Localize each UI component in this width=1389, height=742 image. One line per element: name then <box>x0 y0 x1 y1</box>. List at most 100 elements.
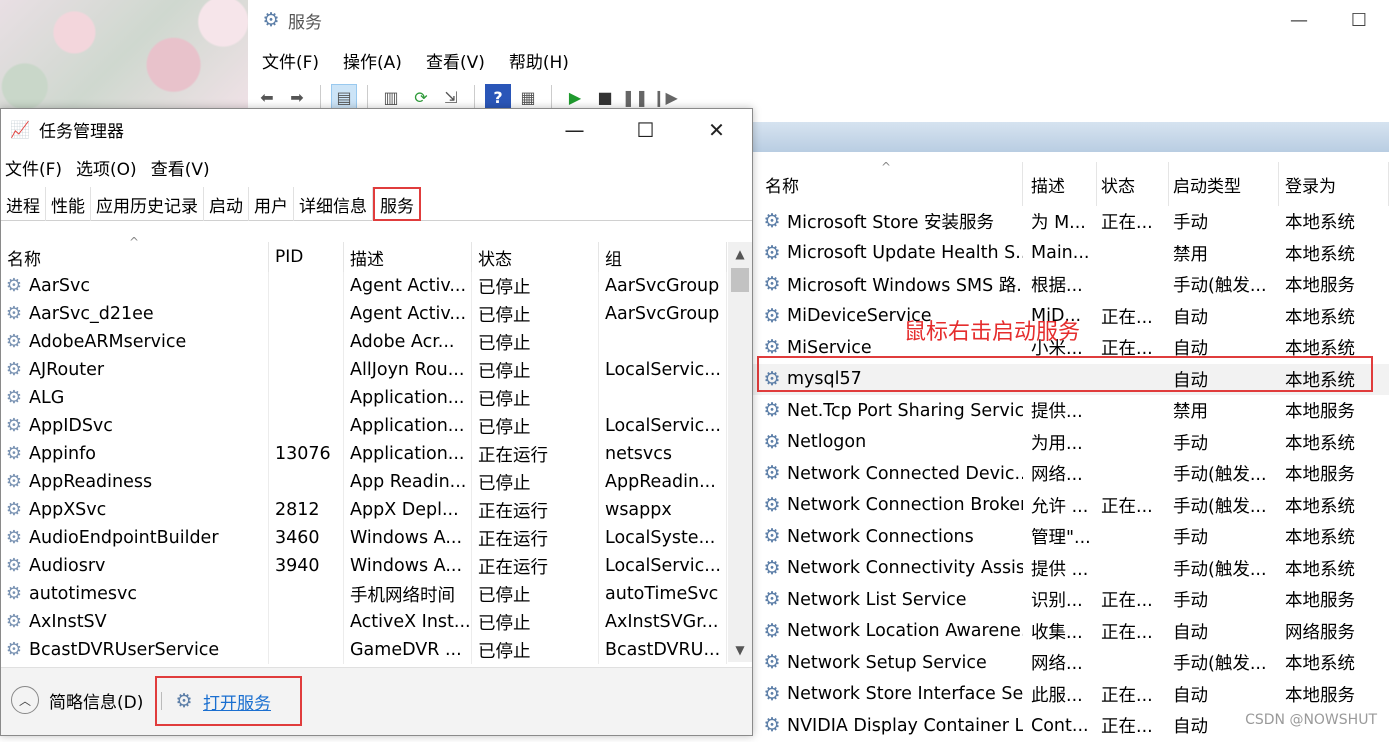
service-row[interactable]: ⚙ Netlogon 为用... 手动 本地系统 <box>753 427 1389 459</box>
col-header-startup-type[interactable]: 启动类型 <box>1169 162 1279 206</box>
open-services-button[interactable]: ⚙ 打开服务 <box>155 676 302 726</box>
scroll-down-icon[interactable]: ▼ <box>728 638 752 662</box>
tm-service-name: ⚙ AarSvc_d21ee <box>1 300 269 328</box>
service-row[interactable]: ⚙ Microsoft Windows SMS 路... 根据... 手动(触发...… <box>753 269 1389 301</box>
tm-service-status: 已停止 <box>472 580 599 608</box>
tm-service-row[interactable]: ⚙ Appinfo 13076 Application... 正在运行 netsvcs <box>1 440 727 468</box>
open-services-link[interactable]: 打开服务 <box>203 689 271 714</box>
gear-icon: ⚙ <box>763 525 781 548</box>
service-row[interactable]: ⚙ Network Store Interface Se... 此服... 正在...… <box>753 679 1389 711</box>
tm-service-row[interactable]: ⚙ AxInstSV ActiveX Inst... 已停止 AxInstSVGr... <box>1 608 727 636</box>
desktop-wallpaper <box>0 0 248 108</box>
tm-service-row[interactable]: ⚙ ALG Application... 已停止 <box>1 384 727 412</box>
tm-service-row[interactable]: ⚙ AJRouter AllJoyn Rou... 已停止 LocalServic... <box>1 356 727 384</box>
tab-details[interactable]: 详细信息 <box>294 187 373 221</box>
service-name: ⚙ Network Setup Service <box>753 652 1023 674</box>
tm-service-desc: Agent Activ... <box>344 272 472 300</box>
menu-help[interactable]: 帮助(H) <box>509 48 569 73</box>
scroll-thumb[interactable] <box>731 268 749 292</box>
tab-startup[interactable]: 启动 <box>204 187 249 221</box>
tm-col-pid[interactable]: PID <box>269 242 344 272</box>
tm-service-name-text: AppReadiness <box>29 472 153 492</box>
minimize-icon[interactable]: — <box>539 109 610 151</box>
service-row[interactable]: ⚙ Network Setup Service 网络... 手动(触发... 本地系统 <box>753 647 1389 679</box>
start-service-icon[interactable]: ▶ <box>562 84 588 110</box>
service-row[interactable]: ⚙ Microsoft Store 安装服务 为 M... 正在... 手动 本地系统 <box>753 206 1389 238</box>
tm-menu-view[interactable]: 查看(V) <box>151 155 210 180</box>
service-row[interactable]: ⚙ Network Connections 管理"... 手动 本地系统 <box>753 521 1389 553</box>
sort-ascending-icon: ^ <box>881 160 892 174</box>
tm-service-row[interactable]: ⚙ Audiosrv 3940 Windows A... 正在运行 LocalServic… <box>1 552 727 580</box>
back-arrow-icon[interactable]: ⬅ <box>254 84 280 110</box>
gear-icon: ⚙ <box>763 305 781 327</box>
maximize-icon[interactable]: ☐ <box>610 109 681 151</box>
export-list-icon[interactable]: ⇲ <box>438 84 464 110</box>
tm-service-row[interactable]: ⚙ autotimesvc 手机网络时间 已停止 autoTimeSvc <box>1 580 727 608</box>
service-desc: 为用... <box>1031 433 1083 454</box>
tab-processes[interactable]: 进程 <box>1 187 46 221</box>
annotation-text: 鼠标右击启动服务 <box>904 320 1081 345</box>
refresh-icon[interactable]: ⟳ <box>408 84 434 110</box>
minimize-icon[interactable]: — <box>1269 0 1329 40</box>
close-icon[interactable]: ✕ <box>681 109 752 151</box>
col-header-desc[interactable]: 描述 <box>1023 162 1097 206</box>
tm-service-row[interactable]: ⚙ AppReadiness App Readin... 已停止 AppReadin..… <box>1 468 727 496</box>
tm-col-desc[interactable]: 描述 <box>344 242 472 272</box>
tm-service-desc: Agent Activ... <box>344 300 472 328</box>
service-row[interactable]: ⚙ Network List Service 识别... 正在... 手动 本地服务 <box>753 584 1389 616</box>
tm-service-pid <box>269 468 344 496</box>
show-pane-icon[interactable]: ▦ <box>515 84 541 110</box>
tm-service-name: ⚙ AJRouter <box>1 356 269 384</box>
service-name: ⚙ NVIDIA Display Container LS <box>753 715 1023 737</box>
properties-icon[interactable]: ▥ <box>378 84 404 110</box>
help-icon[interactable]: ? <box>485 84 511 110</box>
stop-service-icon[interactable]: ■ <box>592 84 618 110</box>
services-list: ^ 名称 描述 状态 启动类型 登录为 ⚙ Microsoft Store 安装服… <box>753 160 1389 742</box>
fewer-details-button[interactable]: ︿ 简略信息(D) <box>11 686 143 714</box>
menu-action[interactable]: 操作(A) <box>343 48 402 73</box>
tm-service-row[interactable]: ⚙ AarSvc Agent Activ... 已停止 AarSvcGroup <box>1 272 727 300</box>
restart-service-icon[interactable]: ❙▶ <box>652 84 678 110</box>
tm-service-row[interactable]: ⚙ AdobeARMservice Adobe Acr... 已停止 <box>1 328 727 356</box>
gear-icon: ⚙ <box>763 399 781 422</box>
menu-file[interactable]: 文件(F) <box>262 48 319 73</box>
gear-icon: ⚙ <box>763 494 781 516</box>
service-status: 正在... <box>1101 307 1153 328</box>
console-tree-icon[interactable]: ▤ <box>331 84 357 110</box>
service-name: ⚙ Netlogon <box>753 431 1023 453</box>
tm-col-name[interactable]: 名称 <box>1 242 269 272</box>
tm-col-group[interactable]: 组 <box>599 242 727 272</box>
tm-service-row[interactable]: ⚙ BcastDVRUserService GameDVR ... 已停止 BcastD… <box>1 636 727 664</box>
maximize-icon[interactable]: ☐ <box>1329 0 1389 40</box>
tm-menu-options[interactable]: 选项(O) <box>76 155 137 180</box>
service-row[interactable]: ⚙ Microsoft Update Health S... Main... 禁用 本地… <box>753 238 1389 270</box>
tab-app-history[interactable]: 应用历史记录 <box>91 187 204 221</box>
service-row[interactable]: ⚙ Network Connectivity Assis... 提供 ... 手动(触… <box>753 553 1389 585</box>
col-header-status[interactable]: 状态 <box>1097 162 1169 206</box>
pause-service-icon[interactable]: ❚❚ <box>622 84 649 110</box>
tm-service-row[interactable]: ⚙ AppXSvc 2812 AppX Depl... 正在运行 wsappx <box>1 496 727 524</box>
tm-menu-file[interactable]: 文件(F) <box>5 155 62 180</box>
tm-service-row[interactable]: ⚙ AudioEndpointBuilder 3460 Windows A... 正在运… <box>1 524 727 552</box>
service-row[interactable]: ⚙ Network Connection Broker 允许 ... 正在... 手动(… <box>753 490 1389 522</box>
service-row[interactable]: ⚙ Network Location Awarene... 收集... 正在... 自动… <box>753 616 1389 648</box>
service-row[interactable]: ⚙ mysql57 自动 本地系统 <box>753 363 1389 395</box>
gear-icon: ⚙ <box>763 714 781 737</box>
tm-service-row[interactable]: ⚙ AppIDSvc Application... 已停止 LocalServic... <box>1 412 727 440</box>
scroll-up-icon[interactable]: ▲ <box>728 242 752 266</box>
tab-services[interactable]: 服务 <box>373 187 421 221</box>
tm-service-row[interactable]: ⚙ AarSvc_d21ee Agent Activ... 已停止 AarSvcGrou… <box>1 300 727 328</box>
gear-icon: ⚙ <box>763 368 781 390</box>
tm-service-desc: Application... <box>344 384 472 412</box>
tab-users[interactable]: 用户 <box>249 187 294 221</box>
col-header-logon[interactable]: 登录为 <box>1279 162 1389 206</box>
tm-scrollbar[interactable]: ▲ ▼ <box>728 242 752 662</box>
menu-view[interactable]: 查看(V) <box>426 48 485 73</box>
forward-arrow-icon[interactable]: ➡ <box>284 84 310 110</box>
gear-icon: ⚙ <box>5 275 23 296</box>
tm-service-status: 已停止 <box>472 468 599 496</box>
tab-performance[interactable]: 性能 <box>46 187 91 221</box>
service-row[interactable]: ⚙ Network Connected Devic... 网络... 手动(触发...… <box>753 458 1389 490</box>
service-row[interactable]: ⚙ Net.Tcp Port Sharing Service 提供... 禁用 本地服务 <box>753 395 1389 427</box>
tm-col-status[interactable]: 状态 <box>472 242 599 272</box>
